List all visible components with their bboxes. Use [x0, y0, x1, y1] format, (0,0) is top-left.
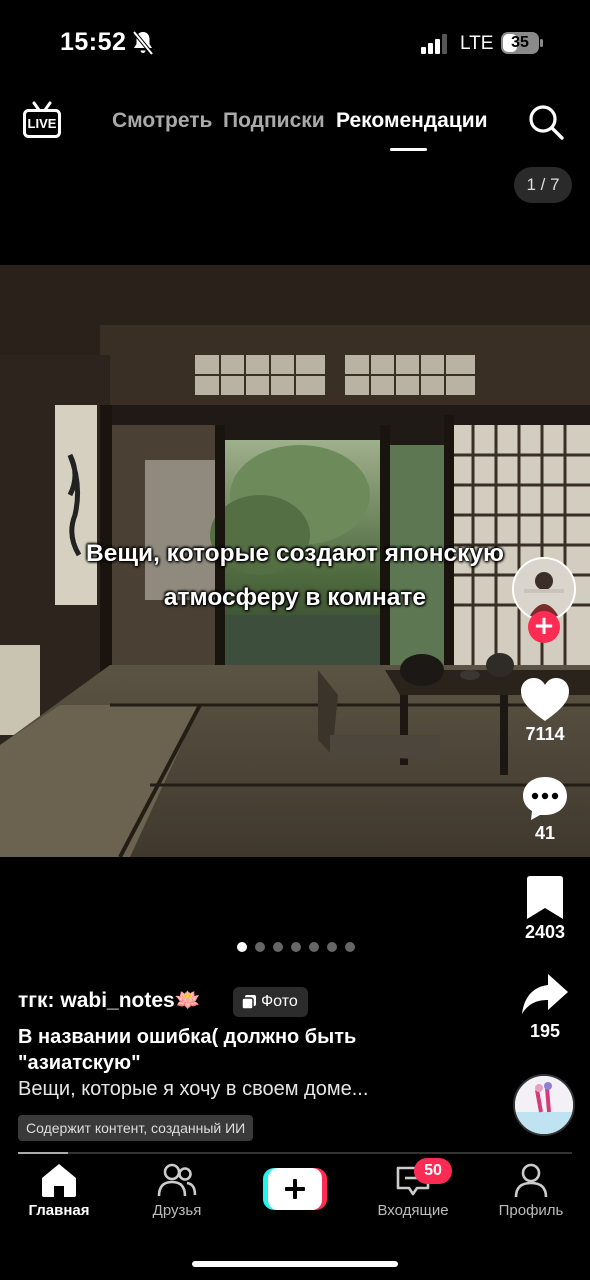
nav-profile-label: Профиль	[498, 1202, 564, 1219]
home-indicator[interactable]	[192, 1261, 398, 1267]
photo-type-badge: Фото	[233, 987, 308, 1017]
photo-counter: 1 / 7	[514, 167, 572, 203]
pagination-dot	[237, 942, 247, 952]
heart-icon[interactable]	[518, 675, 572, 725]
author-handle: тгк: wabi_notes	[18, 989, 175, 1012]
pagination-dot	[255, 942, 265, 952]
battery-level: 35	[511, 34, 529, 51]
network-type: LTE	[460, 33, 494, 54]
music-cover-image	[515, 1076, 573, 1134]
caption-line-1: Вещи, которые создают японскую	[86, 540, 504, 567]
nav-friends[interactable]: Друзья	[122, 1162, 232, 1219]
share-count: 195	[529, 1021, 561, 1041]
inbox-badge: 50	[414, 1158, 452, 1184]
photo-stack-icon	[241, 995, 256, 1010]
pagination-dot	[345, 942, 355, 952]
friends-icon	[157, 1163, 197, 1197]
signal-icon	[421, 34, 447, 54]
bookmark-icon[interactable]	[518, 873, 572, 923]
photo-caption: Вещи, которые создают японскую атмосферу…	[0, 532, 590, 620]
follow-plus-button[interactable]: +	[528, 611, 560, 643]
lotus-emoji: 🪷	[174, 989, 201, 1012]
ai-content-label[interactable]: Содержит контент, созданный ИИ	[18, 1115, 254, 1141]
nav-home[interactable]: Главная	[4, 1162, 114, 1219]
pagination-dot	[273, 942, 283, 952]
active-tab-indicator	[390, 148, 427, 151]
post-author[interactable]: тгк: wabi_notes🪷	[18, 989, 201, 1013]
caption-line-2: атмосферу в комнате	[163, 584, 427, 611]
nav-inbox-label: Входящие	[377, 1202, 449, 1219]
search-icon[interactable]	[527, 103, 565, 141]
home-icon	[42, 1164, 76, 1197]
post-title: В названии ошибка( должно быть "азиатску…	[18, 1026, 357, 1074]
plus-icon	[263, 1168, 327, 1210]
tab-subscriptions[interactable]: Подписки	[223, 109, 325, 133]
nav-friends-label: Друзья	[152, 1202, 202, 1219]
video-progress-track[interactable]	[18, 1152, 572, 1154]
share-icon[interactable]	[518, 970, 572, 1020]
photo-type-label: Фото	[261, 993, 298, 1010]
avatar-image	[514, 559, 574, 619]
tab-watch[interactable]: Смотреть	[112, 109, 212, 133]
create-button[interactable]	[263, 1168, 327, 1210]
nav-home-label: Главная	[28, 1202, 90, 1219]
slide-pagination	[237, 942, 357, 954]
music-disc[interactable]	[513, 1074, 575, 1136]
post-description[interactable]: Вещи, которые я хочу в своем доме...	[18, 1078, 368, 1101]
bell-muted-icon	[132, 30, 154, 56]
profile-icon	[514, 1163, 548, 1198]
nav-profile[interactable]: Профиль	[476, 1162, 586, 1219]
pagination-dot	[309, 942, 319, 952]
comment-count: 41	[534, 823, 556, 843]
pagination-dot	[291, 942, 301, 952]
bookmark-count: 2403	[524, 922, 566, 942]
status-time: 15:52	[60, 28, 127, 56]
comment-icon[interactable]	[518, 773, 572, 823]
like-count: 7114	[525, 724, 565, 744]
live-button[interactable]: LIVE	[22, 101, 62, 141]
live-label: LIVE	[27, 116, 57, 131]
pagination-dot	[327, 942, 337, 952]
tab-recommendations[interactable]: Рекомендации	[336, 109, 488, 133]
battery-icon: 35	[500, 31, 544, 55]
video-progress-fill	[18, 1152, 68, 1154]
